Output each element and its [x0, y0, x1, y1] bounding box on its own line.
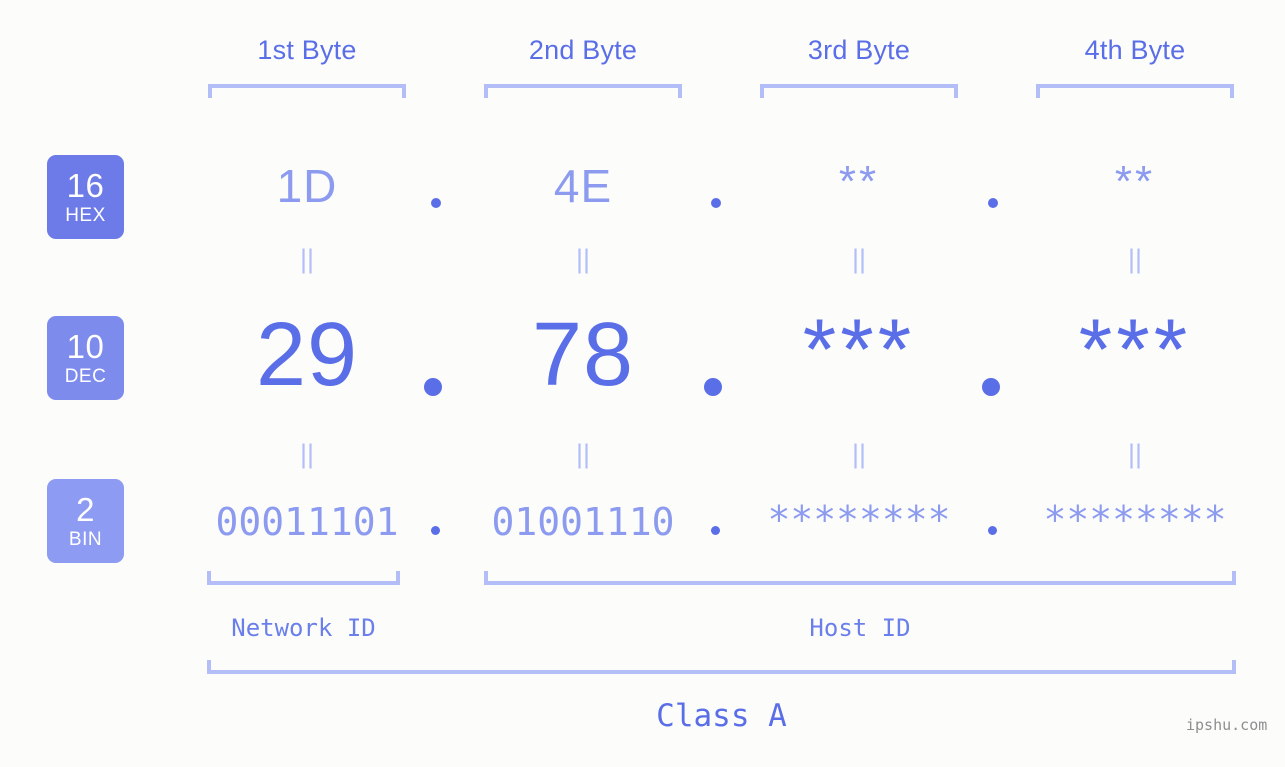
bracket-up-icon-network-id — [207, 571, 400, 585]
dot-icon-dec-1 — [424, 378, 442, 396]
double-bar-icon-hex-dec-2: || — [575, 244, 591, 274]
bracket-down-icon-byte-1 — [208, 84, 406, 98]
base-badge-hex-number: 16 — [66, 167, 105, 204]
double-bar-icon-hex-dec-4: || — [1127, 244, 1143, 274]
class-label: Class A — [656, 698, 787, 734]
byte-header-label-4: 4th Byte — [1084, 35, 1186, 65]
double-bar-icon-dec-bin-1: || — [299, 439, 315, 469]
base-badge-dec-abbr: DEC — [64, 366, 107, 387]
hex-value-byte-3: ** — [838, 157, 880, 206]
base-badge-bin: 2 BIN — [47, 479, 124, 563]
watermark: ipshu.com — [1186, 716, 1268, 734]
bracket-up-icon-host-id — [484, 571, 1236, 585]
ip-breakdown-diagram: 1st Byte 2nd Byte 3rd Byte 4th Byte 16 H… — [0, 0, 1285, 767]
bin-value-byte-4: ******** — [1043, 498, 1227, 542]
bracket-down-icon-byte-3 — [760, 84, 958, 98]
dot-icon-bin-2 — [711, 526, 720, 535]
base-badge-hex: 16 HEX — [47, 155, 124, 239]
dot-icon-hex-1 — [431, 198, 441, 208]
hex-value-byte-2: 4E — [553, 160, 613, 212]
byte-header-label-1: 1st Byte — [257, 35, 357, 65]
byte-header-label-2: 2nd Byte — [528, 35, 638, 65]
dec-value-byte-1: 29 — [255, 305, 359, 405]
base-badge-bin-number: 2 — [76, 491, 95, 528]
hex-value-byte-4: ** — [1114, 157, 1156, 206]
byte-header-label-3: 3rd Byte — [807, 35, 911, 65]
bracket-up-icon-class — [207, 660, 1236, 674]
base-badge-dec: 10 DEC — [47, 316, 124, 400]
dec-value-byte-4: *** — [1078, 302, 1192, 398]
bin-value-byte-2: 01001110 — [491, 500, 675, 544]
base-badge-hex-abbr: HEX — [65, 205, 106, 226]
dot-icon-hex-3 — [988, 198, 998, 208]
dot-icon-hex-2 — [711, 198, 721, 208]
segment-label-host-id: Host ID — [809, 614, 911, 642]
bin-value-byte-3: ******** — [767, 498, 951, 542]
double-bar-icon-dec-bin-2: || — [575, 439, 591, 469]
bracket-down-icon-byte-2 — [484, 84, 682, 98]
base-badge-dec-number: 10 — [66, 328, 105, 365]
double-bar-icon-dec-bin-4: || — [1127, 439, 1143, 469]
dot-icon-dec-2 — [704, 378, 722, 396]
hex-value-byte-1: 1D — [276, 160, 338, 212]
double-bar-icon-hex-dec-3: || — [851, 244, 867, 274]
base-badge-bin-abbr: BIN — [68, 529, 103, 550]
bin-value-byte-1: 00011101 — [215, 500, 399, 544]
double-bar-icon-dec-bin-3: || — [851, 439, 867, 469]
dot-icon-bin-1 — [431, 526, 440, 535]
segment-label-network-id: Network ID — [231, 614, 376, 642]
double-bar-icon-hex-dec-1: || — [299, 244, 315, 274]
dec-value-byte-3: *** — [802, 302, 916, 398]
dot-icon-dec-3 — [982, 378, 1000, 396]
bracket-down-icon-byte-4 — [1036, 84, 1234, 98]
dec-value-byte-2: 78 — [531, 305, 635, 405]
dot-icon-bin-3 — [988, 526, 997, 535]
